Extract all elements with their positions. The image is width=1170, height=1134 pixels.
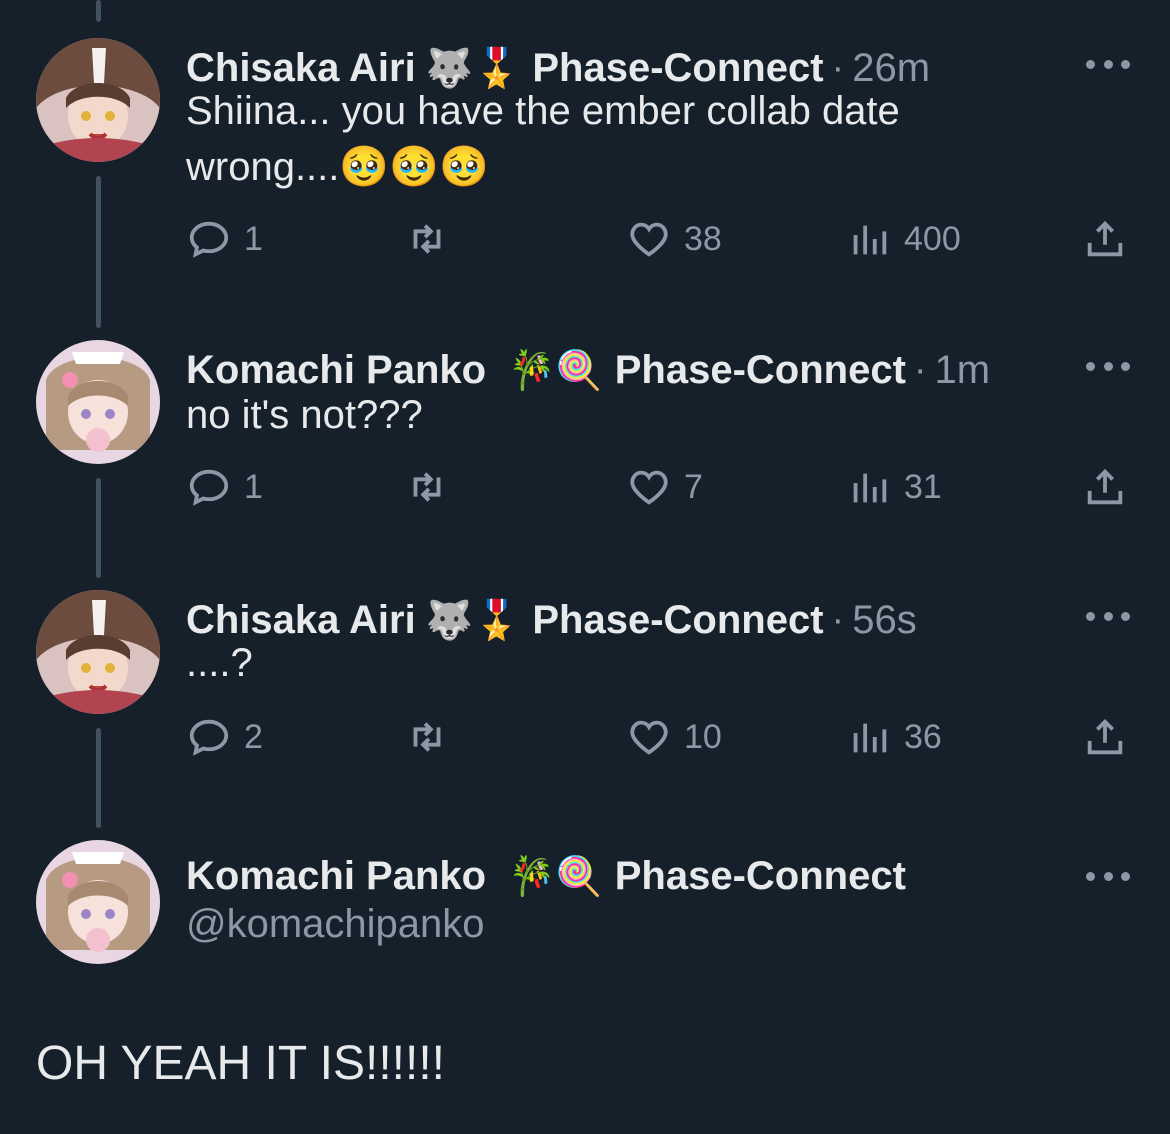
views-icon bbox=[853, 473, 887, 503]
share-icon bbox=[1087, 220, 1123, 257]
separator-dot: · bbox=[913, 348, 927, 391]
reply-button[interactable]: 2 bbox=[186, 714, 263, 760]
more-icon[interactable] bbox=[1086, 354, 1130, 378]
reply-button[interactable]: 1 bbox=[186, 216, 263, 262]
reply-icon bbox=[189, 469, 229, 506]
retweet-button[interactable] bbox=[404, 216, 450, 262]
retweet-button[interactable] bbox=[404, 464, 450, 510]
author-name[interactable]: Komachi Panko bbox=[186, 348, 486, 393]
reply-count: 2 bbox=[244, 717, 263, 756]
like-count: 7 bbox=[684, 467, 703, 506]
reply-icon bbox=[189, 221, 229, 258]
like-button[interactable]: 10 bbox=[626, 714, 722, 760]
tweet-text-line: Shiina... you have the ember collab date bbox=[186, 89, 900, 133]
views-count: 31 bbox=[904, 467, 942, 506]
reply-count: 1 bbox=[244, 467, 263, 506]
timestamp[interactable]: 1m bbox=[935, 348, 991, 393]
tweet-actions: 1 38 400 bbox=[0, 216, 1170, 264]
like-button[interactable]: 7 bbox=[626, 464, 703, 510]
author-name[interactable]: Komachi Panko bbox=[186, 854, 486, 899]
views-button[interactable]: 400 bbox=[846, 216, 961, 262]
tweet-text-line: ....? bbox=[186, 641, 253, 685]
avatar-chisaka-airi[interactable] bbox=[36, 38, 160, 162]
thread-line bbox=[96, 0, 101, 22]
views-button[interactable]: 36 bbox=[846, 714, 942, 760]
reply-icon bbox=[189, 719, 229, 756]
retweet-button[interactable] bbox=[404, 714, 450, 760]
like-count: 38 bbox=[684, 219, 722, 258]
like-icon bbox=[630, 222, 668, 257]
views-icon bbox=[853, 225, 887, 255]
author-badges: 🎋🍭 bbox=[508, 348, 603, 392]
affiliation-label[interactable]: Phase-Connect bbox=[615, 854, 906, 899]
avatar-komachi-panko[interactable] bbox=[36, 340, 160, 464]
affiliation-label[interactable]: Phase-Connect bbox=[615, 348, 906, 393]
views-icon bbox=[853, 723, 887, 753]
more-icon[interactable] bbox=[1086, 864, 1130, 888]
share-button[interactable] bbox=[1082, 216, 1128, 262]
share-button[interactable] bbox=[1082, 464, 1128, 510]
more-icon[interactable] bbox=[1086, 52, 1130, 76]
separator-dot: · bbox=[831, 598, 845, 641]
like-icon bbox=[630, 470, 668, 505]
author-badges: 🐺🎖️ bbox=[425, 46, 521, 90]
share-icon bbox=[1087, 468, 1123, 505]
retweet-icon bbox=[413, 224, 441, 254]
retweet-icon bbox=[413, 722, 441, 752]
views-count: 36 bbox=[904, 717, 942, 756]
main-tweet-text: OH YEAH IT IS!!!!!! bbox=[36, 1037, 446, 1090]
retweet-icon bbox=[413, 472, 441, 502]
tweet-text-line: no it's not??? bbox=[186, 393, 423, 437]
share-button[interactable] bbox=[1082, 714, 1128, 760]
like-button[interactable]: 38 bbox=[626, 216, 722, 262]
more-icon[interactable] bbox=[1086, 604, 1130, 628]
avatar-komachi-panko[interactable] bbox=[36, 840, 160, 964]
reply-button[interactable]: 1 bbox=[186, 464, 263, 510]
tweet-header: Chisaka Airi 🐺🎖️ Phase-Connect · 56s bbox=[186, 590, 917, 650]
avatar-chisaka-airi[interactable] bbox=[36, 590, 160, 714]
author-badges: 🐺🎖️ bbox=[425, 598, 521, 642]
tweet-actions: 2 10 36 bbox=[0, 714, 1170, 762]
views-count: 400 bbox=[904, 219, 961, 258]
share-icon bbox=[1087, 718, 1123, 755]
views-button[interactable]: 31 bbox=[846, 464, 942, 510]
timestamp[interactable]: 56s bbox=[852, 598, 917, 643]
like-count: 10 bbox=[684, 717, 722, 756]
tweet-header: Komachi Panko 🎋🍭 Phase-Connect bbox=[186, 846, 906, 906]
tweet-text-line: wrong....🥹🥹🥹 bbox=[186, 145, 489, 189]
affiliation-label[interactable]: Phase-Connect bbox=[532, 598, 823, 643]
like-icon bbox=[630, 720, 668, 755]
author-badges: 🎋🍭 bbox=[508, 854, 603, 898]
reply-count: 1 bbox=[244, 219, 263, 258]
tweet-actions: 1 7 31 bbox=[0, 464, 1170, 512]
author-handle[interactable]: @komachipanko bbox=[186, 902, 485, 947]
